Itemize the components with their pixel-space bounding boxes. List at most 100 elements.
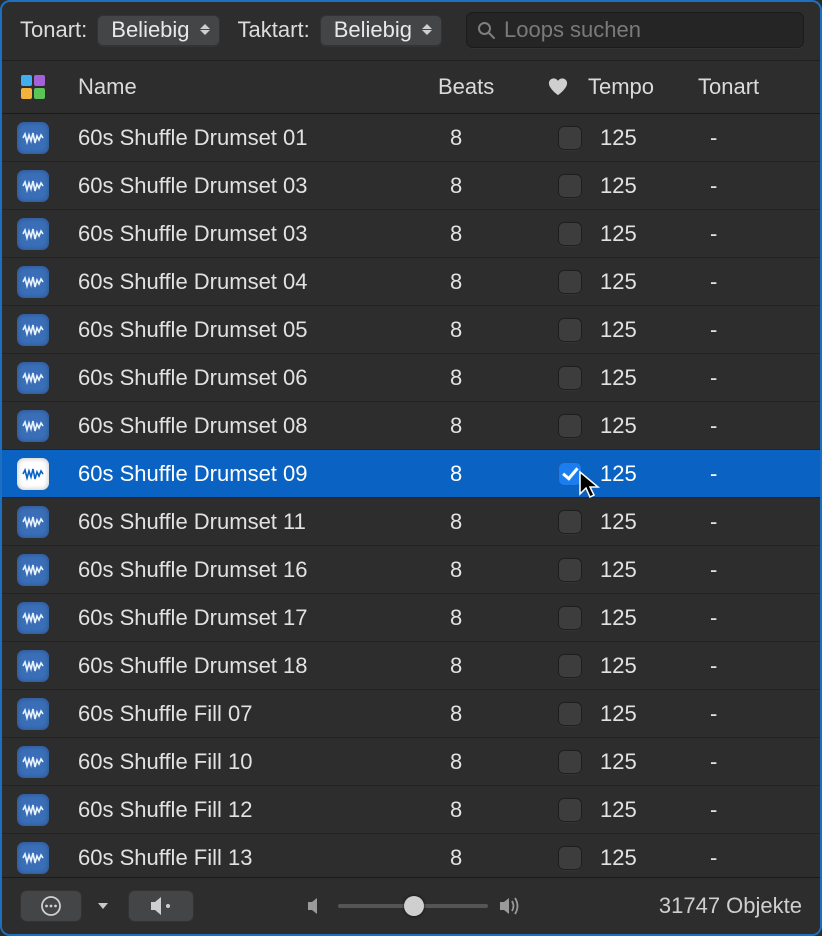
favorite-checkbox[interactable] [558,414,582,438]
preview-play-button[interactable] [128,890,194,922]
audio-loop-icon[interactable] [17,410,49,442]
favorite-checkbox[interactable] [558,126,582,150]
loop-type-icon-cell [2,650,64,682]
column-header-tonart[interactable]: Tonart [698,74,820,100]
loop-browser-window: Tonart: Beliebig Taktart: Beliebig [0,0,822,936]
favorite-cell [540,126,600,150]
favorite-checkbox[interactable] [558,558,582,582]
audio-loop-icon[interactable] [17,602,49,634]
table-row[interactable]: 60s Shuffle Drumset 01 8 125 - [2,114,820,162]
filter-button[interactable] [2,74,64,100]
favorite-cell [540,462,600,486]
table-row[interactable]: 60s Shuffle Fill 13 8 125 - [2,834,820,877]
table-row[interactable]: 60s Shuffle Drumset 08 8 125 - [2,402,820,450]
loop-type-icon-cell [2,842,64,874]
loop-beats: 8 [450,413,540,439]
loop-type-icon-cell [2,458,64,490]
taktart-select[interactable]: Beliebig [320,15,442,46]
loop-name: 60s Shuffle Fill 10 [64,749,450,775]
table-row[interactable]: 60s Shuffle Drumset 04 8 125 - [2,258,820,306]
audio-loop-icon[interactable] [17,266,49,298]
favorite-checkbox[interactable] [558,846,582,870]
search-field[interactable] [466,12,804,48]
favorite-checkbox[interactable] [558,174,582,198]
audio-loop-icon[interactable] [17,842,49,874]
taktart-select-value: Beliebig [334,17,412,43]
table-row[interactable]: 60s Shuffle Drumset 06 8 125 - [2,354,820,402]
loop-tonart: - [710,605,820,631]
favorite-cell [540,174,600,198]
table-row[interactable]: 60s Shuffle Drumset 18 8 125 - [2,642,820,690]
table-row[interactable]: 60s Shuffle Fill 10 8 125 - [2,738,820,786]
table-row[interactable]: 60s Shuffle Drumset 16 8 125 - [2,546,820,594]
favorite-checkbox[interactable] [558,462,582,486]
audio-loop-icon[interactable] [17,218,49,250]
loop-beats: 8 [450,173,540,199]
search-input[interactable] [502,16,794,44]
chevron-down-icon[interactable] [98,903,108,909]
column-header-tempo[interactable]: Tempo [588,74,698,100]
loop-type-icon-cell [2,794,64,826]
loop-name: 60s Shuffle Drumset 08 [64,413,450,439]
audio-loop-icon[interactable] [17,698,49,730]
favorite-checkbox[interactable] [558,702,582,726]
favorite-checkbox[interactable] [558,366,582,390]
favorite-checkbox[interactable] [558,654,582,678]
audio-loop-icon[interactable] [17,794,49,826]
column-header-favorite[interactable] [528,77,588,97]
audio-loop-icon[interactable] [17,458,49,490]
tonart-select[interactable]: Beliebig [97,15,219,46]
volume-slider[interactable] [306,896,524,916]
favorite-checkbox[interactable] [558,510,582,534]
table-row[interactable]: 60s Shuffle Drumset 17 8 125 - [2,594,820,642]
loop-name: 60s Shuffle Drumset 04 [64,269,450,295]
favorite-checkbox[interactable] [558,606,582,630]
loop-beats: 8 [450,557,540,583]
loop-tempo: 125 [600,509,710,535]
column-header-beats[interactable]: Beats [438,74,528,100]
loop-beats: 8 [450,365,540,391]
audio-loop-icon[interactable] [17,554,49,586]
loop-tonart: - [710,653,820,679]
loop-type-icon-cell [2,506,64,538]
loop-name: 60s Shuffle Drumset 18 [64,653,450,679]
table-row[interactable]: 60s Shuffle Fill 12 8 125 - [2,786,820,834]
table-row[interactable]: 60s Shuffle Drumset 05 8 125 - [2,306,820,354]
more-options-button[interactable] [20,890,82,922]
audio-loop-icon[interactable] [17,506,49,538]
audio-loop-icon[interactable] [17,170,49,202]
favorite-cell [540,702,600,726]
loop-tempo: 125 [600,701,710,727]
table-row[interactable]: 60s Shuffle Drumset 11 8 125 - [2,498,820,546]
loop-name: 60s Shuffle Fill 13 [64,845,450,871]
audio-loop-icon[interactable] [17,314,49,346]
speaker-icon [149,896,173,916]
table-body[interactable]: 60s Shuffle Drumset 01 8 125 - 60s Shuff… [2,114,820,877]
loop-type-icon-cell [2,122,64,154]
loop-name: 60s Shuffle Drumset 17 [64,605,450,631]
audio-loop-icon[interactable] [17,362,49,394]
loop-tempo: 125 [600,605,710,631]
favorite-checkbox[interactable] [558,750,582,774]
audio-loop-icon[interactable] [17,746,49,778]
favorite-checkbox[interactable] [558,798,582,822]
loop-tonart: - [710,797,820,823]
volume-thumb[interactable] [404,896,424,916]
column-header-name[interactable]: Name [64,74,438,100]
loop-tempo: 125 [600,269,710,295]
table-row[interactable]: 60s Shuffle Drumset 09 8 125 - [2,450,820,498]
favorite-checkbox[interactable] [558,318,582,342]
favorite-checkbox[interactable] [558,270,582,294]
favorite-checkbox[interactable] [558,222,582,246]
volume-track[interactable] [338,904,488,908]
loop-beats: 8 [450,701,540,727]
table-row[interactable]: 60s Shuffle Drumset 03 8 125 - [2,162,820,210]
ellipsis-circle-icon [40,895,62,917]
loop-type-icon-cell [2,410,64,442]
audio-loop-icon[interactable] [17,650,49,682]
loop-type-icon-cell [2,362,64,394]
loop-tempo: 125 [600,653,710,679]
audio-loop-icon[interactable] [17,122,49,154]
table-row[interactable]: 60s Shuffle Drumset 03 8 125 - [2,210,820,258]
table-row[interactable]: 60s Shuffle Fill 07 8 125 - [2,690,820,738]
